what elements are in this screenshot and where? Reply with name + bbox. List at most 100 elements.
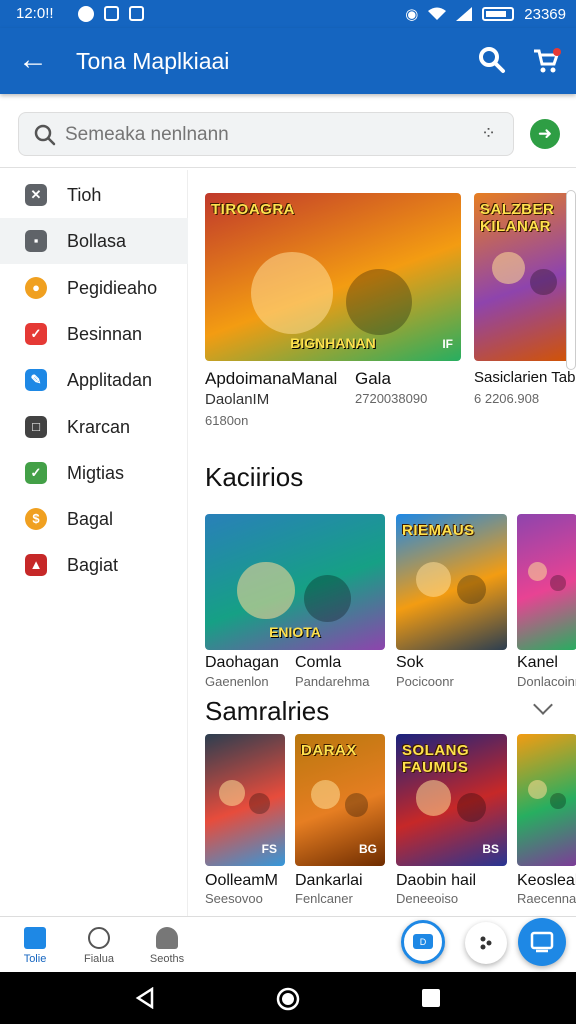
chart-icon: ✓	[25, 461, 47, 484]
sidebar-item-migtias[interactable]: ✓ Migtias	[0, 450, 188, 496]
artwork-figure	[457, 793, 486, 823]
artwork-title: SALZBER KILANAR	[480, 201, 555, 235]
chat-icon: D	[413, 934, 433, 949]
message-icon	[530, 931, 554, 953]
message-fab[interactable]	[518, 918, 566, 966]
sidebar-item-label: Krarcan	[67, 416, 131, 437]
nav-back-icon[interactable]	[134, 987, 156, 1009]
battery-text: 23369	[524, 5, 566, 23]
more-fab[interactable]	[465, 922, 507, 964]
game-card[interactable]: Keoslealr Raecennas	[517, 734, 576, 906]
sidebar-item-bagiat[interactable]: ▲ Bagiat	[0, 542, 188, 588]
bottom-nav-label: Tolie	[23, 953, 47, 965]
artwork-badge: BG	[359, 842, 377, 856]
square-icon: □	[25, 415, 47, 438]
scroll-indicator[interactable]	[566, 190, 576, 370]
sidebar-item-bollasa[interactable]: ▪ Bollasa	[0, 218, 188, 265]
sidebar-item-label: Tioh	[67, 185, 102, 205]
artwork-subtitle: ENIOTA	[269, 624, 321, 640]
game-card[interactable]: FS OolleamM Seesovoo	[205, 734, 285, 906]
battery-icon	[482, 7, 515, 21]
svg-text:D: D	[420, 937, 427, 947]
game-artwork[interactable]: TIROAGRA BIGNHANAN IF	[205, 193, 461, 361]
game-card[interactable]: Comla Pandarehma	[295, 654, 385, 690]
bag-icon: ▪	[25, 230, 47, 253]
signal-icon	[456, 7, 473, 21]
card-title: Dankarlai	[295, 872, 363, 889]
home-icon	[24, 927, 46, 949]
card-subtitle: DaolanIM	[205, 391, 270, 408]
search-row: ⁘ ➜	[0, 100, 576, 168]
app-bar: ← Tona Maplkiaai	[0, 28, 576, 94]
search-box[interactable]: ⁘	[18, 112, 514, 156]
section-title: Kaciirios	[205, 462, 304, 492]
sidebar-item-label: Besinnan	[67, 323, 143, 344]
sidebar-item-label: Bagal	[67, 509, 114, 530]
explore-icon	[88, 927, 110, 949]
sidebar-item-besinnan[interactable]: ✓ Besinnan	[0, 311, 188, 357]
sidebar-item-tioh[interactable]: ✕ Tioh	[0, 172, 188, 218]
artwork-badge: IF	[442, 337, 453, 351]
status-notification-icons	[78, 6, 144, 22]
game-artwork[interactable]: SOLANG FAUMUS BS	[396, 734, 507, 866]
back-arrow-icon[interactable]: ←	[18, 43, 48, 77]
artwork-figure	[527, 561, 547, 581]
search-icon[interactable]	[478, 46, 506, 74]
card-subtitle: Seesovoo	[205, 891, 263, 906]
vibrate-icon: ◉	[405, 6, 419, 23]
artwork-figure	[527, 780, 547, 800]
featured-card[interactable]: SALZBER KILANAR Sasiclarien Tab 6 2206.908	[474, 193, 576, 433]
artwork-badge: FS	[261, 842, 277, 856]
coin-icon: ●	[25, 276, 47, 299]
search-input[interactable]	[65, 121, 455, 149]
status-time: 12:0!!	[16, 5, 54, 22]
artwork-title: RIEMAUS	[402, 522, 475, 539]
system-navigation-bar	[0, 972, 576, 1024]
chat-fab[interactable]: D	[401, 920, 445, 964]
card-title: Apdoimana‌Manal	[205, 369, 338, 388]
expand-chevron-icon[interactable]	[533, 695, 553, 715]
game-artwork[interactable]	[517, 514, 576, 650]
go-button[interactable]: ➜	[530, 119, 560, 149]
game-artwork[interactable]: RIEMAUS	[396, 514, 507, 650]
game-card[interactable]: RIEMAUS Sok Pocicoonr	[396, 514, 507, 690]
artwork-figure	[304, 575, 351, 622]
voice-search-icon[interactable]: ⁘	[481, 123, 496, 144]
nav-home-icon[interactable]	[276, 987, 300, 1011]
game-artwork[interactable]: DARAX BG	[295, 734, 385, 866]
artwork-subtitle: BIGNHANAN	[290, 335, 376, 351]
card-subtitle: Deneeoiso	[396, 891, 459, 906]
nav-recents-icon[interactable]	[422, 989, 440, 1007]
game-card[interactable]: SOLANG FAUMUS BS Daobin hail Deneeoiso	[396, 734, 507, 906]
game-card[interactable]: DARAX BG Dankarlai Fenlcaner	[295, 734, 385, 906]
sidebar-item-applitadan[interactable]: ✎ Applitadan	[0, 357, 188, 403]
artwork-figure	[219, 780, 245, 806]
sidebar-item-pegidieaho[interactable]: ● Pegidieaho	[0, 265, 188, 311]
card-subtitle: 6 2206.908	[474, 391, 540, 406]
artwork-title: TIROAGRA	[211, 201, 295, 218]
artwork-figure	[457, 575, 486, 605]
more-icon	[480, 936, 492, 950]
sidebar-item-krarcan[interactable]: □ Krarcan	[0, 404, 188, 450]
card-title: Comla	[295, 654, 342, 671]
game-artwork[interactable]: SALZBER KILANAR	[474, 193, 576, 361]
app-title: Tona Maplkiaai	[76, 48, 230, 74]
card-title: Daobin hail	[396, 872, 477, 889]
bottom-nav-seoths[interactable]: Seoths	[136, 917, 198, 973]
artwork-figure	[492, 251, 525, 285]
game-artwork[interactable]	[517, 734, 576, 866]
artwork-figure	[237, 561, 295, 620]
game-card[interactable]: Kanel Donlacoinr	[517, 514, 576, 690]
status-bar: 12:0!! ◉ 23369	[0, 0, 576, 28]
sidebar-item-bagal[interactable]: $ Bagal	[0, 496, 188, 542]
artwork-figure	[415, 561, 452, 598]
cart-icon[interactable]	[532, 48, 562, 74]
card-title: Keoslealr	[517, 872, 576, 889]
pencil-icon: ✎	[25, 369, 47, 392]
card-subtitle: Pandarehma	[295, 674, 370, 689]
game-artwork[interactable]: FS	[205, 734, 285, 866]
bottom-nav-fialua[interactable]: Fialua	[68, 917, 130, 973]
featured-card[interactable]: Gala 2720038090	[355, 369, 455, 429]
bottom-nav-tolie[interactable]: Tolie	[4, 917, 66, 973]
game-artwork[interactable]: ENIOTA	[205, 514, 385, 650]
